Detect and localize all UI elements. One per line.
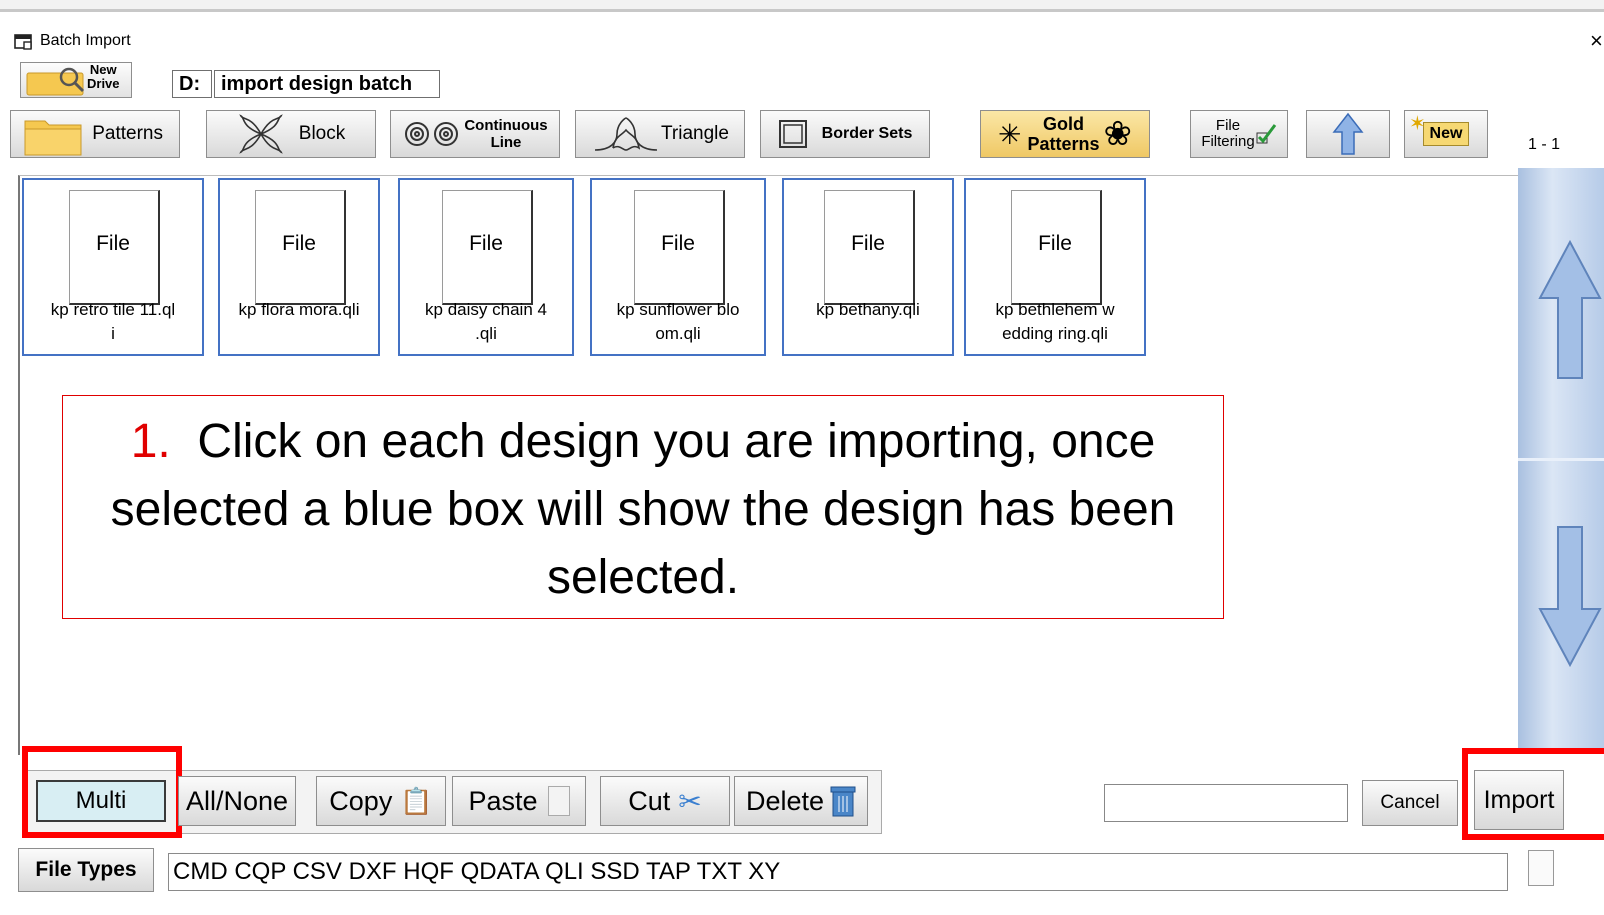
file-tile[interactable]: File kp flora mora.qli xyxy=(218,178,380,356)
new-label: New xyxy=(1422,122,1470,146)
up-arrow-icon xyxy=(1332,112,1364,155)
folder-icon xyxy=(24,120,82,156)
file-type-label: File xyxy=(96,232,130,255)
file-name: kp flora mora.qli xyxy=(238,300,360,319)
sparkle-icon: ✶ xyxy=(1409,113,1426,135)
block-label: Block xyxy=(298,123,346,144)
instruction-callout: 1. Click on each design you are importin… xyxy=(62,395,1224,619)
delete-label: Delete xyxy=(745,785,825,816)
swirl-icon xyxy=(405,122,459,146)
triangle-icon xyxy=(595,117,658,151)
gold-patterns-button[interactable]: ✳ Gold Patterns ❀ xyxy=(980,110,1150,158)
drive-letter[interactable]: D: xyxy=(172,70,212,98)
border-icon xyxy=(778,120,807,148)
paste-button[interactable]: Paste xyxy=(452,776,586,826)
file-tile[interactable]: File kp sunflower blo om.qli xyxy=(590,178,766,356)
file-filtering-button[interactable]: File Filtering xyxy=(1190,110,1288,158)
window-title: Batch Import xyxy=(40,32,131,49)
checkmark-icon xyxy=(1256,124,1276,144)
continuous-label-1: Continuous xyxy=(464,117,548,134)
drive-folder-icon xyxy=(26,67,85,96)
file-type-label: File xyxy=(661,232,695,255)
file-name: kp bethany.qli xyxy=(816,300,920,319)
cancel-label: Cancel xyxy=(1380,792,1440,813)
vertical-scrollbar[interactable] xyxy=(1518,168,1604,748)
flower-icon: ❀ xyxy=(1103,115,1133,153)
patterns-button[interactable]: Patterns xyxy=(10,110,180,158)
filtering-label-1: File xyxy=(1215,117,1241,134)
new-folder-button[interactable]: ✶ New xyxy=(1404,110,1488,158)
triangle-label: Triangle xyxy=(661,123,729,144)
continuous-label-2: Line xyxy=(490,134,522,151)
all-none-label: All/None xyxy=(185,785,289,816)
new-drive-label-1: New xyxy=(89,62,117,77)
file-types-label: File Types xyxy=(35,858,137,881)
document-icon[interactable] xyxy=(1528,850,1554,886)
instruction-line-2: selected a blue box will show the design… xyxy=(110,483,1176,536)
border-sets-label: Border Sets xyxy=(821,125,913,142)
close-icon[interactable]: × xyxy=(1590,28,1603,54)
file-type-label: File xyxy=(851,232,885,255)
multi-highlight xyxy=(22,746,182,838)
continuous-line-button[interactable]: Continuous Line xyxy=(390,110,560,158)
triangle-button[interactable]: Triangle xyxy=(575,110,745,158)
gold-label-2: Patterns xyxy=(1027,134,1100,154)
file-types-list: CMD CQP CSV DXF HQF QDATA QLI SSD TAP TX… xyxy=(168,853,1508,891)
all-none-button[interactable]: All/None xyxy=(178,776,296,826)
filtering-label-2: Filtering xyxy=(1201,133,1255,150)
paste-label: Paste xyxy=(468,785,538,816)
copy-label: Copy xyxy=(329,785,393,816)
trash-icon xyxy=(830,786,856,817)
top-border xyxy=(0,0,1604,12)
file-name: kp bethlehem w edding ring.qli xyxy=(995,300,1115,343)
scroll-down-arrow-icon[interactable] xyxy=(1520,523,1604,673)
star-icon: ✳ xyxy=(998,118,1022,150)
file-tile[interactable]: File kp bethlehem w edding ring.qli xyxy=(964,178,1146,356)
file-type-label: File xyxy=(1038,232,1072,255)
scroll-up-arrow-icon[interactable] xyxy=(1520,238,1604,388)
block-button[interactable]: Block xyxy=(206,110,376,158)
file-type-label: File xyxy=(469,232,503,255)
step-number: 1. xyxy=(130,415,171,468)
file-tile[interactable]: File kp retro tile 11.ql i xyxy=(22,178,204,356)
copy-icon: 📋 xyxy=(400,785,433,816)
folder-path[interactable]: import design batch xyxy=(214,70,440,98)
scroll-divider xyxy=(1518,458,1604,461)
file-types-button[interactable]: File Types xyxy=(18,848,154,892)
instruction-line-1: Click on each design you are importing, … xyxy=(197,415,1156,468)
instruction-line-3: selected. xyxy=(546,551,740,604)
gold-label-1: Gold xyxy=(1042,114,1084,134)
file-tile[interactable]: File kp daisy chain 4 .qli xyxy=(398,178,574,356)
title-bar: Batch Import × xyxy=(0,28,1604,56)
new-drive-label-2: Drive xyxy=(87,76,120,91)
scissors-icon: ✂ xyxy=(678,785,702,817)
search-input[interactable] xyxy=(1104,784,1348,822)
up-folder-button[interactable] xyxy=(1306,110,1390,158)
border-sets-button[interactable]: Border Sets xyxy=(760,110,930,158)
block-icon xyxy=(238,114,283,154)
app-icon xyxy=(14,34,32,50)
copy-button[interactable]: Copy 📋 xyxy=(316,776,446,826)
delete-button[interactable]: Delete xyxy=(734,776,868,826)
paste-icon xyxy=(547,786,570,816)
import-highlight xyxy=(1462,748,1604,840)
file-name: kp sunflower blo om.qli xyxy=(616,300,740,343)
file-type-label: File xyxy=(282,232,316,255)
patterns-label: Patterns xyxy=(92,123,163,144)
new-drive-button[interactable]: New Drive xyxy=(20,62,132,98)
file-name: kp daisy chain 4 .qli xyxy=(425,300,547,343)
cancel-button[interactable]: Cancel xyxy=(1362,780,1458,826)
file-name: kp retro tile 11.ql i xyxy=(50,300,176,343)
page-indicator: 1 - 1 xyxy=(1528,136,1561,153)
cut-label: Cut xyxy=(628,785,671,816)
cut-button[interactable]: Cut ✂ xyxy=(600,776,730,826)
file-tile[interactable]: File kp bethany.qli xyxy=(782,178,954,356)
